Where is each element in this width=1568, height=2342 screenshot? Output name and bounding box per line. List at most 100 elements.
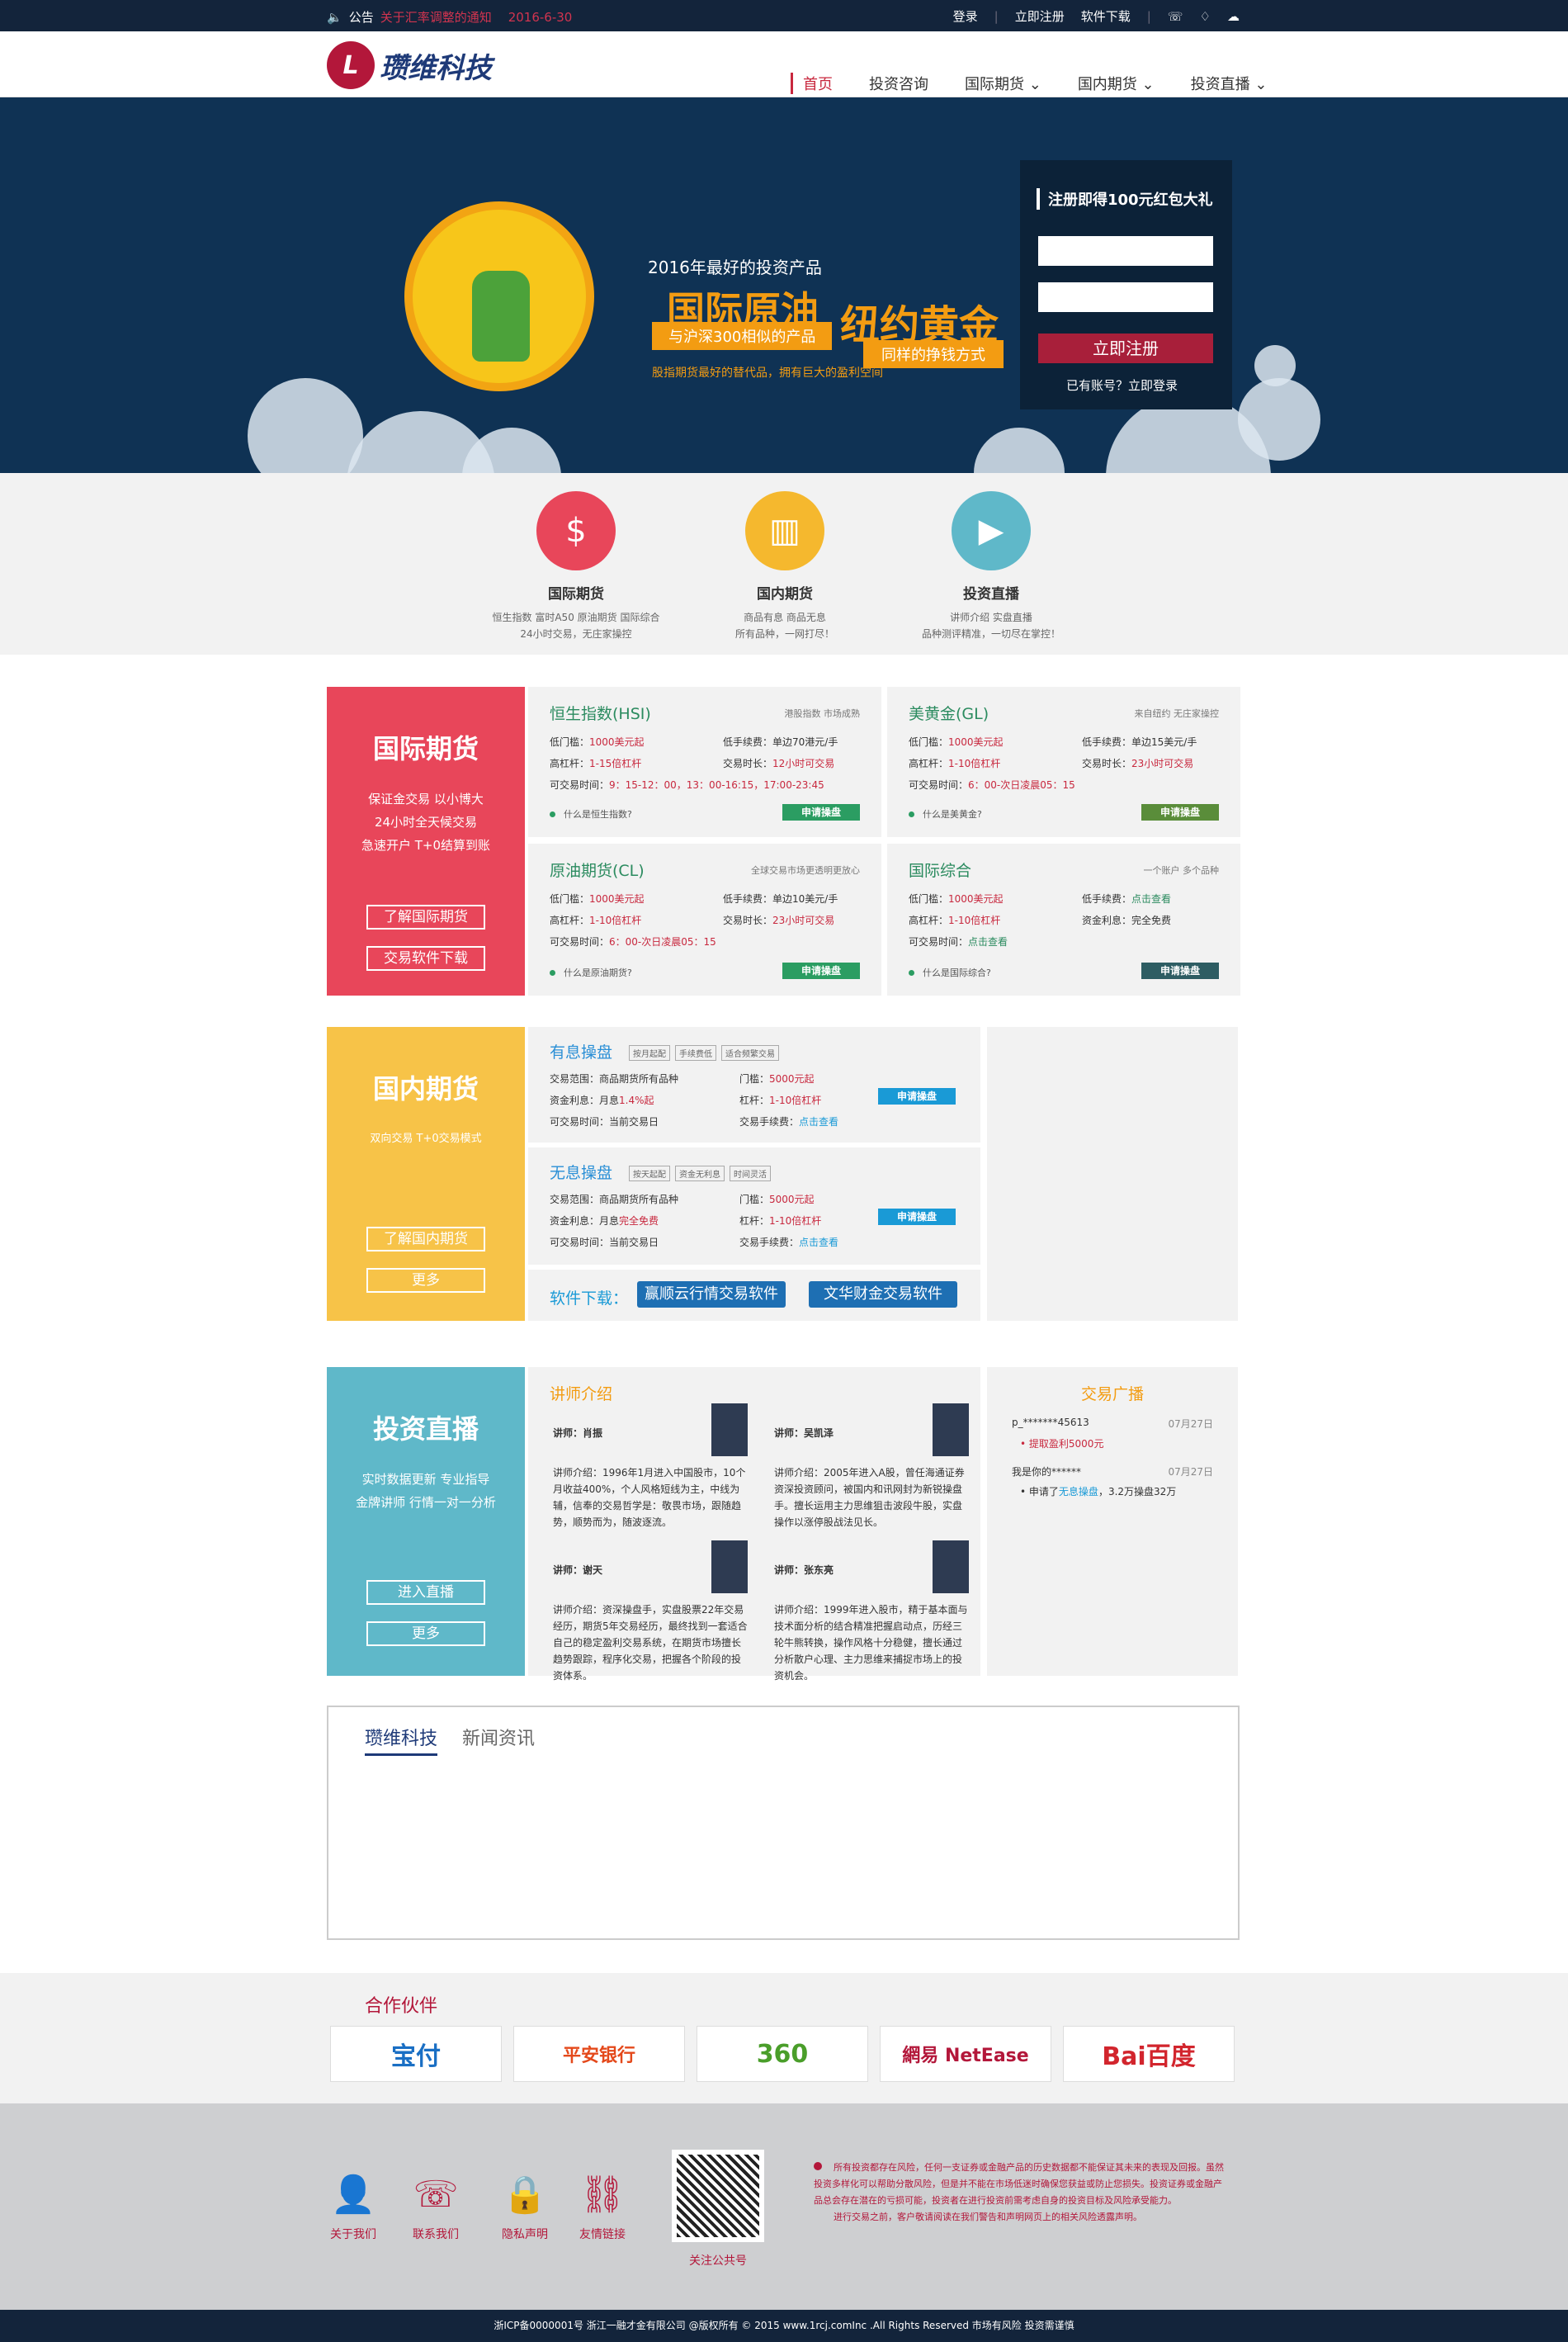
faq-link[interactable]: 什么是国际综合? [909,966,991,979]
section-title: 投资直播 [372,1413,479,1445]
feature-title: 国际期货 [548,586,604,603]
about-us-link[interactable]: 👤 关于我们 [320,2171,386,2242]
main-nav: 首页 投资咨询 国际期货 ⌄ 国内期货 ⌄ 投资直播 ⌄ [791,73,1267,94]
qr-code [672,2150,764,2242]
nav-intl-futures[interactable]: 国际期货 ⌄ [965,73,1041,94]
apply-button[interactable]: 申请操盘 [878,1088,956,1105]
faq-link[interactable]: 什么是美黄金? [909,807,982,821]
register-button[interactable]: 立即注册 [1038,334,1213,363]
wechat-icon[interactable]: ☁ [1227,9,1240,24]
tab-company[interactable]: 瓒维科技 [365,1724,438,1756]
apply-button[interactable]: 申请操盘 [878,1209,956,1225]
apply-button[interactable]: 申请操盘 [1141,963,1219,979]
friend-links-link[interactable]: ⛓ 友情链接 [569,2171,635,2242]
login-link[interactable]: 已有账号？立即登录 [1066,376,1178,394]
footer: 👤 关于我们 ☏ 联系我们 🔒 隐私声明 ⛓ 友情链接 关注公共号 所有投资都存在风险，… [0,2103,1568,2310]
qq-icon[interactable]: ♢ [1200,9,1211,24]
bubble-decoration [1238,378,1320,461]
section-title: 国际期货 [372,733,479,764]
feature-strip: $ 国际期货 恒生指数 富时A50 原油期货 国际综合 24小时交易，无庄家操控 … [0,473,1568,655]
phone-icon: ☏ [413,2173,459,2216]
view-fee-link[interactable]: 点击查看 [1131,893,1171,905]
nav-home[interactable]: 首页 [791,73,833,94]
phone-icon[interactable]: ☏ [1168,9,1183,24]
bubble-decoration [1254,345,1296,386]
download-software-button[interactable]: 交易软件下载 [366,946,485,971]
enter-live-button[interactable]: 进入直播 [366,1580,485,1605]
card-subtitle: 来自纽约 无庄家操控 [1134,708,1220,719]
apply-button[interactable]: 申请操盘 [1141,804,1219,821]
feature-intl[interactable]: $ 国际期货 恒生指数 富时A50 原油期货 国际综合 24小时交易，无庄家操控 [469,491,683,642]
product-card-hsi: 恒生指数(HSI) 港股指数 市场成熟 低门槛：1000美元起 低手续费：单边7… [528,687,881,837]
software-download-bar: 软件下载： 赢顺云行情交易软件 文华财金交易软件 [528,1270,980,1321]
card-title: 有息操盘 [550,1043,613,1062]
privacy-link[interactable]: 🔒 隐私声明 [492,2171,558,2242]
more-live-button[interactable]: 更多 [366,1621,485,1646]
logo[interactable]: L 瓒维科技 [327,41,492,89]
section-title: 合作伙伴 [365,1996,438,2017]
domestic-card-interest: 有息操盘 按月起配 手续费低 适合频繁交易 交易范围：商品期货所有品种 门槛：500… [528,1027,980,1143]
page: 🔈 公告 关于汇率调整的通知 2016-6-30 登录 | 立即注册 软件下载 … [0,0,1568,2342]
logo-name: 瓒维科技 [380,51,492,85]
nav-consult[interactable]: 投资咨询 [869,73,928,94]
copyright-bar: 浙ICP备0000001号 浙江一融才金有限公司 @版权所有 © 2015 ww… [0,2310,1568,2342]
money-icon: $ [536,491,616,570]
learn-intl-button[interactable]: 了解国际期货 [366,905,485,930]
view-time-link[interactable]: 点击查看 [968,936,1008,948]
teacher-photo [711,1403,748,1456]
cartoon-man-illustration [472,271,530,362]
partner-logo-360[interactable]: 360 [697,2026,868,2082]
feature-desc: 商品有息 商品无息 所有品种，一网打尽！ [734,612,834,640]
feature-domestic[interactable]: ▥ 国内期货 商品有息 商品无息 所有品种，一网打尽！ [678,491,892,642]
product-card-oil: 原油期货(CL) 全球交易市场更透明更放心 低门槛：1000美元起 低手续费：单… [528,844,881,996]
nav-live[interactable]: 投资直播 ⌄ [1191,73,1268,94]
contact-us-link[interactable]: ☏ 联系我们 [403,2171,469,2242]
banner-line3: 与沪深300相似的产品 [652,322,833,350]
nav-domestic-futures[interactable]: 国内期货 ⌄ [1078,73,1155,94]
partner-logo-baofoo[interactable]: 宝付 [330,2026,502,2082]
partner-logo-pingan[interactable]: 平安银行 [513,2026,685,2082]
more-domestic-button[interactable]: 更多 [366,1268,485,1293]
register-link[interactable]: 立即注册 [1015,7,1065,25]
software1-button[interactable]: 赢顺云行情交易软件 [637,1281,786,1308]
banner-line5: 同样的挣钱方式 [863,340,1004,368]
teacher-photo [933,1540,969,1593]
banner-line1: 2016年最好的投资产品 [648,258,822,277]
bar-chart-icon: ▥ [745,491,824,570]
register-phone-field[interactable] [1038,236,1213,266]
teacher-photo [933,1403,969,1456]
faq-link[interactable]: 什么是原油期货? [550,966,632,979]
software2-button[interactable]: 文华财金交易软件 [809,1281,957,1308]
card-tags: 按天起配 资金无利息 时间灵活 [629,1166,771,1181]
apply-button[interactable]: 申请操盘 [782,804,860,821]
download-link[interactable]: 软件下载 [1081,7,1131,25]
learn-domestic-button[interactable]: 了解国内期货 [366,1227,485,1251]
faq-link[interactable]: 什么是恒生指数? [550,807,632,821]
view-fee-link[interactable]: 点击查看 [799,1237,838,1248]
view-fee-link[interactable]: 点击查看 [799,1116,838,1128]
partners-section: 合作伙伴 宝付 平安银行 360 網易 NetEase Bai百度 [0,1973,1568,2103]
card-title: 原油期货(CL) [550,862,645,880]
tv-icon: ▶ [952,491,1031,570]
person-icon: 👤 [330,2174,376,2216]
register-password-field[interactable] [1038,282,1213,312]
feature-desc: 讲师介绍 实盘直播 品种测评精准，一切尽在掌控！ [921,612,1060,640]
tab-news[interactable]: 新闻资讯 [462,1724,535,1750]
card-subtitle: 全球交易市场更透明更放心 [751,865,860,876]
partner-logo-netease[interactable]: 網易 NetEase [880,2026,1051,2082]
live-side: 投资直播 实时数据更新 专业指导 金牌讲师 行情一对一分析 进入直播 更多 [327,1367,525,1676]
notice-link[interactable]: 关于汇率调整的通知 [380,8,492,26]
login-link[interactable]: 登录 [953,7,978,25]
apply-button[interactable]: 申请操盘 [782,963,860,979]
register-title: 注册即得100元红包大礼 [1037,188,1213,210]
hero-banner: 2016年最好的投资产品 国际原油 与沪深300相似的产品 纽约黄金 同样的挣钱… [0,97,1568,473]
card-title: 美黄金(GL) [909,705,989,723]
feature-live[interactable]: ▶ 投资直播 讲师介绍 实盘直播 品种测评精准，一切尽在掌控！ [884,491,1098,642]
trade-broadcast-panel: 交易广播 p_*******45613 07月27日 • 提取盈利5000元 我… [987,1367,1238,1676]
panel-title: 讲师介绍 [550,1385,613,1403]
partner-logo-baidu[interactable]: Bai百度 [1063,2026,1235,2082]
register-box: 注册即得100元红包大礼 立即注册 已有账号？立即登录 [1020,160,1232,409]
feature-title: 投资直播 [963,586,1019,603]
software-label: 软件下载： [550,1289,629,1308]
lock-icon: 🔒 [502,2174,548,2216]
